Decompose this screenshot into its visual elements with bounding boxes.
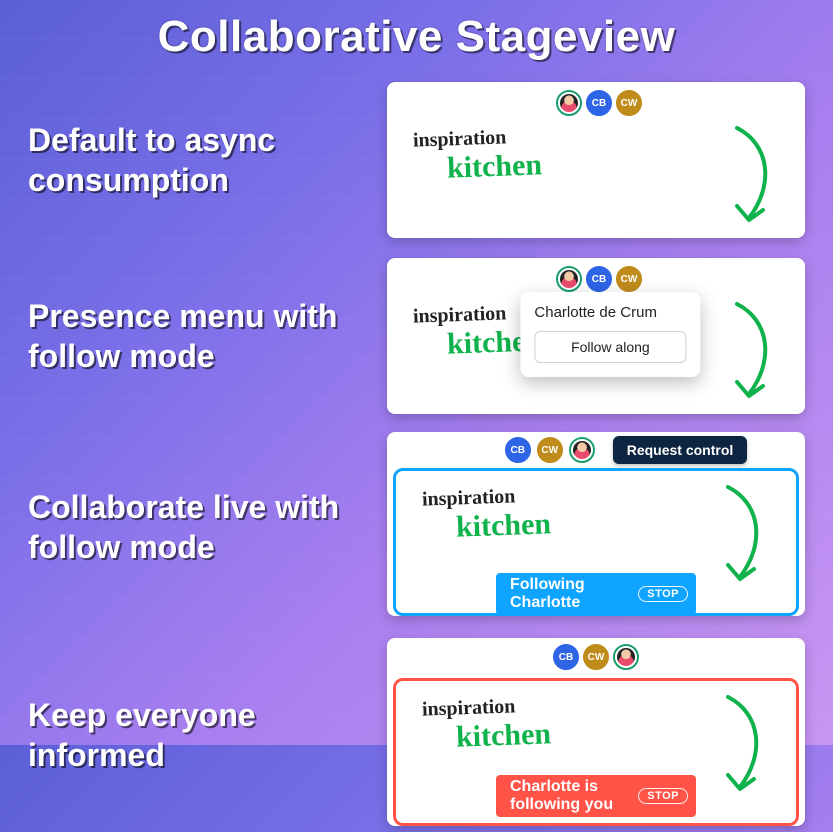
avatar-initials-cw[interactable]: CW bbox=[616, 266, 642, 292]
avatar-initials-cb[interactable]: CB bbox=[553, 644, 579, 670]
handwriting-main: kitchen bbox=[455, 507, 551, 544]
whiteboard-content: inspiration kitchen bbox=[416, 485, 782, 585]
avatar-photo[interactable] bbox=[613, 644, 639, 670]
stop-button[interactable]: STOP bbox=[638, 586, 688, 602]
green-arrow-icon bbox=[688, 691, 772, 801]
handwriting-top: inspiration bbox=[422, 485, 516, 511]
example-row-async: Default to async consumption CB CW inspi… bbox=[28, 80, 805, 240]
request-control-button[interactable]: Request control bbox=[613, 436, 748, 464]
green-arrow-icon bbox=[697, 298, 781, 408]
status-text: Following Charlotte bbox=[510, 576, 624, 612]
row-label: Keep everyone informed bbox=[28, 695, 363, 775]
follow-along-button[interactable]: Follow along bbox=[534, 331, 686, 363]
avatar-initials-cw[interactable]: CW bbox=[616, 90, 642, 116]
row-label: Default to async consumption bbox=[28, 120, 363, 200]
handwriting-main: kitchen bbox=[446, 148, 542, 185]
avatar-photo[interactable] bbox=[556, 266, 582, 292]
stage-canvas-presence: CB CW inspiration kitchen Charlotte de C… bbox=[387, 258, 805, 414]
avatar-initials-cb[interactable]: CB bbox=[586, 266, 612, 292]
avatar-initials-cw[interactable]: CW bbox=[537, 437, 563, 463]
whiteboard-content: inspiration kitchen bbox=[407, 126, 791, 226]
popover-user-name: Charlotte de Crum bbox=[534, 304, 686, 321]
avatar-photo[interactable] bbox=[569, 437, 595, 463]
stage-canvas-default: CB CW inspiration kitchen bbox=[387, 82, 805, 238]
green-arrow-icon bbox=[688, 481, 772, 591]
following-status-pill: Following Charlotte STOP bbox=[496, 573, 696, 615]
avatar-photo[interactable] bbox=[556, 90, 582, 116]
page-title: Collaborative Stageview bbox=[28, 12, 805, 62]
presence-bar: CB CW bbox=[387, 642, 805, 674]
viewport-being-followed: inspiration kitchen Charlotte is followi… bbox=[393, 678, 799, 826]
example-row-presence-menu: Presence menu with follow mode CB CW ins… bbox=[28, 256, 805, 416]
example-row-collaborate-live: Collaborate live with follow mode CB CW … bbox=[28, 432, 805, 622]
presence-bar: CB CW Request control bbox=[417, 436, 833, 464]
stage-canvas-being-followed: CB CW inspiration kitchen Charlotte is f… bbox=[387, 638, 805, 826]
presence-popover: Charlotte de Crum Follow along bbox=[520, 292, 700, 377]
avatar-initials-cb[interactable]: CB bbox=[505, 437, 531, 463]
stop-button[interactable]: STOP bbox=[638, 788, 688, 804]
handwriting-top: inspiration bbox=[413, 302, 507, 328]
example-row-informed: Keep everyone informed CB CW inspiration… bbox=[28, 638, 805, 832]
being-followed-status-pill: Charlotte is following you STOP bbox=[496, 775, 696, 817]
handwriting-top: inspiration bbox=[413, 126, 507, 152]
handwriting-top: inspiration bbox=[422, 695, 516, 721]
avatar-initials-cb[interactable]: CB bbox=[586, 90, 612, 116]
green-arrow-icon bbox=[697, 122, 781, 232]
presence-bar: CB CW bbox=[407, 88, 791, 120]
row-label: Collaborate live with follow mode bbox=[28, 487, 363, 567]
handwriting-main: kitchen bbox=[455, 717, 551, 754]
status-text: Charlotte is following you bbox=[510, 778, 624, 814]
stage-canvas-following: CB CW Request control inspiration kitche… bbox=[387, 432, 805, 616]
row-label: Presence menu with follow mode bbox=[28, 296, 363, 376]
viewport-following: inspiration kitchen Following Charlotte … bbox=[393, 468, 799, 616]
avatar-initials-cw[interactable]: CW bbox=[583, 644, 609, 670]
